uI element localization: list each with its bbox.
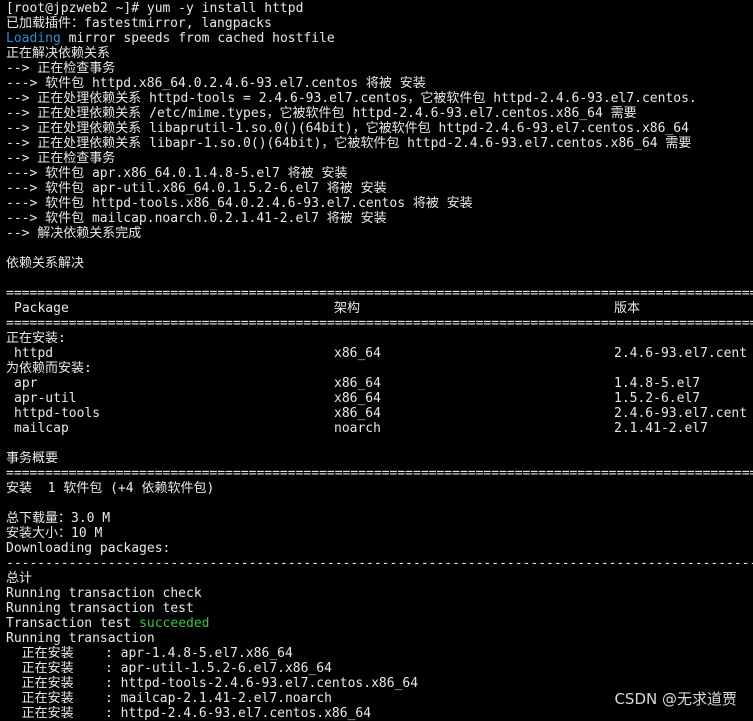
- package-version: 2.1.41-2.el7: [614, 421, 708, 436]
- loading-line: Loading mirror speeds from cached hostfi…: [6, 31, 335, 46]
- separator-line: ========================================…: [6, 316, 753, 331]
- dep-line: --> 解决依赖关系完成: [6, 226, 142, 241]
- column-header-package: Package: [14, 301, 69, 316]
- package-version: 1.4.8-5.el7: [614, 376, 701, 391]
- transaction-result-line: Transaction test succeeded: [6, 616, 210, 631]
- dep-line: --> 正在处理依赖关系 libaprutil-1.so.0()(64bit)，…: [6, 121, 689, 136]
- dep-line: ---> 软件包 httpd.x86_64.0.2.4.6-93.el7.cen…: [6, 76, 426, 91]
- column-header-version: 版本: [614, 301, 641, 316]
- installed-size-line: 安装大小：10 M: [6, 526, 103, 541]
- transaction-result-prefix: Transaction test: [6, 616, 140, 631]
- resolved-line: 依赖关系解决: [6, 256, 85, 271]
- table-row: httpd x86_64 2.4.6-93.el7.cent: [0, 346, 753, 361]
- package-version: 2.4.6-93.el7.cent: [614, 346, 748, 361]
- package-arch: x86_64: [334, 346, 381, 361]
- dep-line: ---> 软件包 httpd-tools.x86_64.0.2.4.6-93.e…: [6, 196, 473, 211]
- terminal-window[interactable]: [root@jpzweb2 ~]# yum -y install httpd 已…: [0, 0, 753, 721]
- package-version: 1.5.2-6.el7: [614, 391, 701, 406]
- total-line: 总计: [6, 571, 33, 586]
- loading-rest: mirror speeds from cached hostfile: [60, 31, 335, 46]
- dep-line: 正在解决依赖关系: [6, 46, 111, 61]
- dep-line: --> 正在处理依赖关系 /etc/mime.types，它被软件包 httpd…: [6, 106, 637, 121]
- separator-line: ========================================…: [6, 466, 753, 481]
- package-arch: x86_64: [334, 391, 381, 406]
- table-row: apr-util x86_64 1.5.2-6.el7: [0, 391, 753, 406]
- transaction-test-line: Running transaction test: [6, 601, 194, 616]
- install-step-line: 正在安装 : apr-1.4.8-5.el7.x86_64: [6, 646, 293, 661]
- running-transaction-line: Running transaction: [6, 631, 155, 646]
- dep-line: --> 正在处理依赖关系 httpd-tools = 2.4.6-93.el7.…: [6, 91, 697, 106]
- table-row: httpd-tools x86_64 2.4.6-93.el7.cent: [0, 406, 753, 421]
- separator-line: ----------------------------------------…: [6, 556, 753, 571]
- command-prompt-line: [root@jpzweb2 ~]# yum -y install httpd: [6, 1, 304, 16]
- column-header-arch: 架构: [334, 301, 361, 316]
- dep-line: ---> 软件包 apr-util.x86_64.0.1.5.2-6.el7 将…: [6, 181, 387, 196]
- install-step-line: 正在安装 : httpd-2.4.6-93.el7.centos.x86_64: [6, 706, 372, 721]
- package-name: httpd-tools: [14, 406, 101, 421]
- dep-line: --> 正在检查事务: [6, 61, 116, 76]
- separator-line: ========================================…: [6, 286, 753, 301]
- total-download-line: 总下载量：3.0 M: [6, 511, 111, 526]
- downloading-line: Downloading packages:: [6, 541, 171, 556]
- plugins-line: 已加载插件：fastestmirror, langpacks: [6, 16, 272, 31]
- installing-label: 正在安装:: [6, 331, 66, 346]
- package-arch: x86_64: [334, 406, 381, 421]
- dep-line: --> 正在检查事务: [6, 151, 116, 166]
- package-name: apr-util: [14, 391, 77, 406]
- succeeded-status: succeeded: [139, 616, 210, 631]
- summary-title: 事务概要: [6, 451, 59, 466]
- table-header-row: Package 架构 版本: [0, 301, 753, 316]
- install-step-line: 正在安装 : apr-util-1.5.2-6.el7.x86_64: [6, 661, 332, 676]
- package-name: mailcap: [14, 421, 69, 436]
- table-row: apr x86_64 1.4.8-5.el7: [0, 376, 753, 391]
- package-name: httpd: [14, 346, 54, 361]
- package-arch: x86_64: [334, 376, 381, 391]
- install-step-line: 正在安装 : mailcap-2.1.41-2.el7.noarch: [6, 691, 332, 706]
- package-version: 2.4.6-93.el7.cent: [614, 406, 748, 421]
- dep-line: ---> 软件包 mailcap.noarch.0.2.1.41-2.el7 将…: [6, 211, 387, 226]
- summary-install-line: 安装 1 软件包 (+4 依赖软件包): [6, 481, 215, 496]
- table-row: mailcap noarch 2.1.41-2.el7: [0, 421, 753, 436]
- package-arch: noarch: [334, 421, 381, 436]
- package-name: apr: [14, 376, 38, 391]
- loading-word: Loading: [6, 31, 61, 46]
- dep-line: --> 正在处理依赖关系 libapr-1.so.0()(64bit)，它被软件…: [6, 136, 692, 151]
- dep-line: ---> 软件包 apr.x86_64.0.1.4.8-5.el7 将被 安装: [6, 166, 348, 181]
- csdn-watermark: CSDN @无求道贾: [614, 690, 737, 708]
- transaction-check-line: Running transaction check: [6, 586, 202, 601]
- install-step-line: 正在安装 : httpd-tools-2.4.6-93.el7.centos.x…: [6, 676, 419, 691]
- dep-installing-label: 为依赖而安装:: [6, 361, 92, 376]
